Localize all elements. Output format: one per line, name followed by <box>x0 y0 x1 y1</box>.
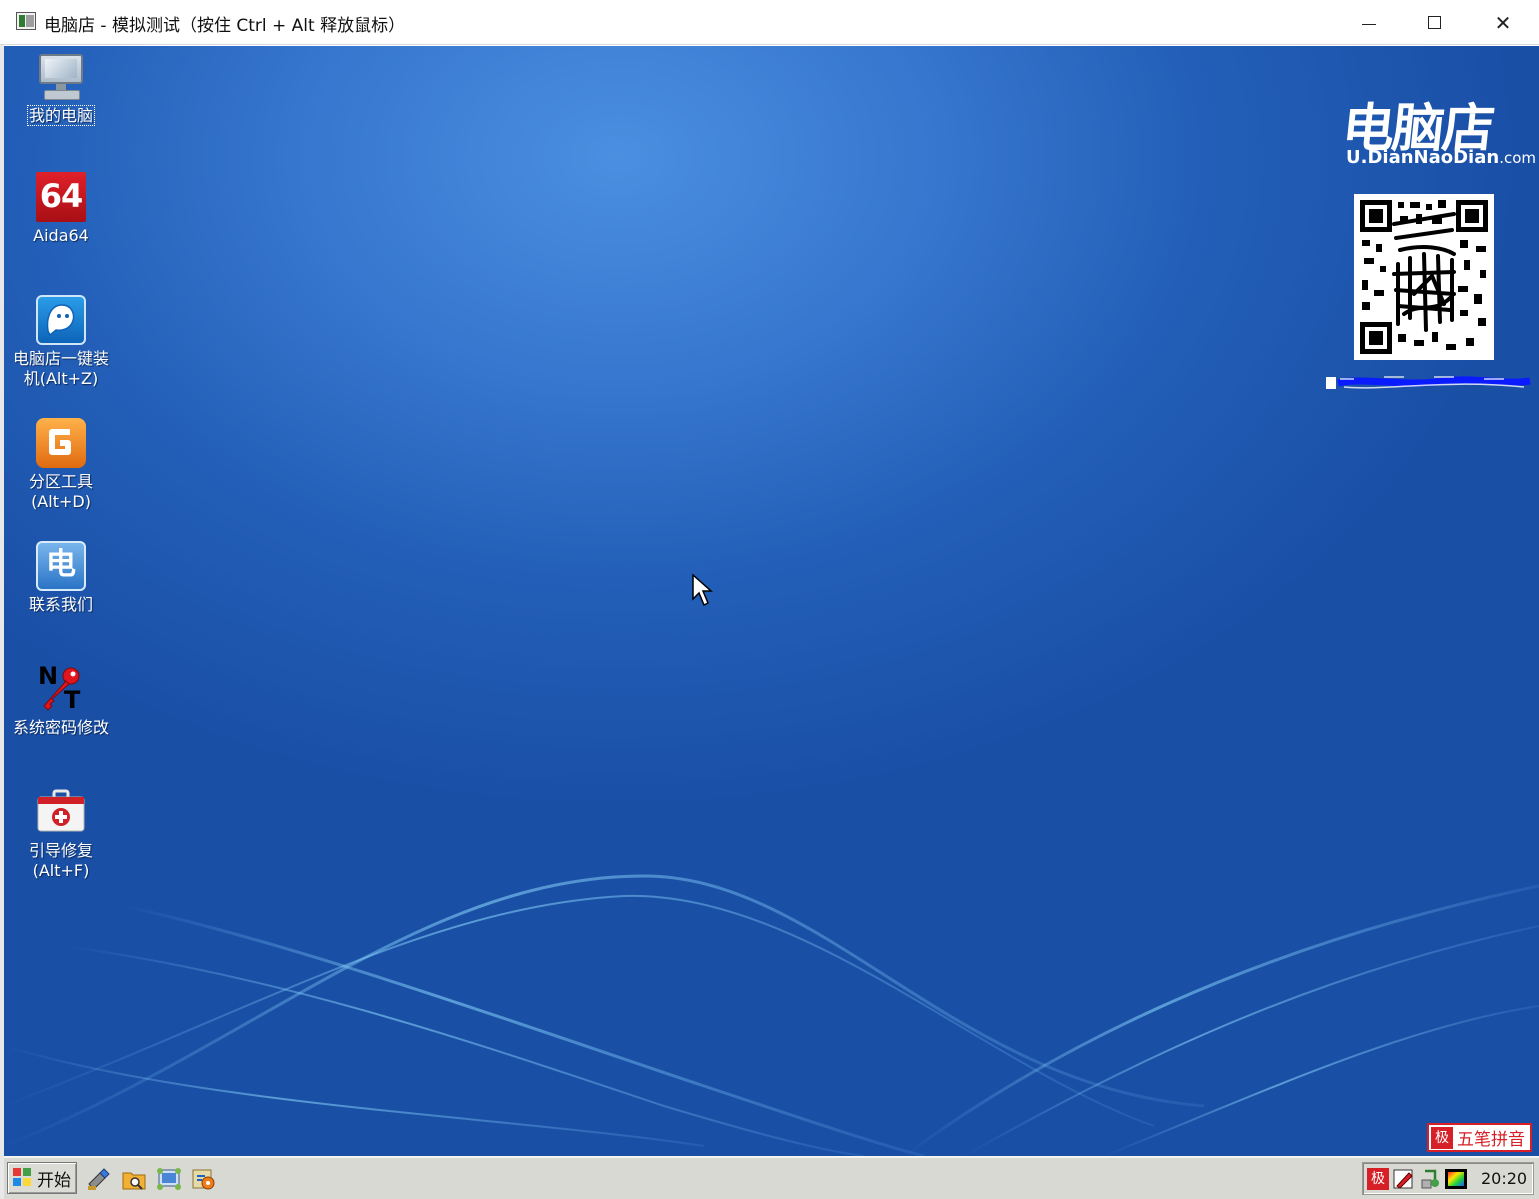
desktop-icon-contact-us[interactable]: 电 联系我们 <box>5 541 117 615</box>
start-label: 开始 <box>37 1170 71 1191</box>
minimize-icon <box>1362 24 1376 25</box>
brand-url-suffix: .com <box>1499 149 1536 167</box>
close-icon: ✕ <box>1494 10 1512 35</box>
desktop-icon-boot-repair[interactable]: 引导修复 (Alt+F) <box>5 787 117 881</box>
ime-label: 五笔拼音 <box>1457 1130 1525 1150</box>
desktop-icon-label-line2: 机(Alt+Z) <box>23 369 99 388</box>
desktop-icon-one-click-install[interactable]: 电脑店一键装 机(Alt+Z) <box>5 295 117 389</box>
quick-launch-settings-icon[interactable] <box>191 1166 217 1192</box>
close-button[interactable]: ✕ <box>1470 0 1536 45</box>
desktop[interactable]: 我的电脑 64 Aida64 电脑店一键装 机(Alt+Z) 分区工具 (Alt… <box>4 46 1539 1156</box>
key-icon <box>43 667 80 711</box>
computer-icon <box>36 52 86 102</box>
aida64-icon: 64 <box>36 172 86 222</box>
qr-caption-scribble <box>1326 376 1531 389</box>
desktop-icon-label: 引导修复 <box>28 841 93 860</box>
boot-repair-icon <box>36 787 86 837</box>
desktop-icon-label: 联系我们 <box>28 595 93 614</box>
desktop-icon-partition-tool[interactable]: 分区工具 (Alt+D) <box>5 418 117 512</box>
minimize-button[interactable] <box>1336 0 1402 45</box>
brand-url: U.DianNaoDian.com <box>1346 147 1536 168</box>
ime-icon: 极 <box>1431 1126 1453 1149</box>
tray-pen-icon[interactable] <box>1393 1168 1415 1190</box>
quick-launch-network-icon[interactable] <box>156 1166 182 1192</box>
contact-us-icon: 电 <box>36 541 86 591</box>
desktop-icon-my-computer[interactable]: 我的电脑 <box>5 52 117 126</box>
quick-launch-tool-icon[interactable] <box>86 1166 112 1192</box>
desktop-icon-aida64[interactable]: 64 Aida64 <box>5 172 117 246</box>
partition-tool-icon <box>36 418 86 468</box>
qr-code <box>1354 194 1494 360</box>
desktop-icon-label: 分区工具 <box>28 472 93 491</box>
desktop-icon-label-line2: (Alt+D) <box>31 492 91 511</box>
ghost-install-icon <box>36 295 86 345</box>
ime-status-bar[interactable]: 极 五笔拼音 <box>1427 1123 1532 1152</box>
app-window-icon <box>16 12 36 30</box>
taskbar: 开始 极 20:20 <box>4 1156 1539 1199</box>
maximize-icon <box>1427 16 1441 29</box>
desktop-icon-label: 电脑店一键装 <box>12 349 109 368</box>
taskbar-clock[interactable]: 20:20 <box>1481 1169 1527 1188</box>
desktop-icon-password-change[interactable]: N T 系统密码修改 <box>5 662 117 738</box>
desktop-icon-label: Aida64 <box>33 226 89 245</box>
nt-password-icon: N T <box>36 662 86 714</box>
window-titlebar[interactable]: 电脑店 - 模拟测试（按住 Ctrl + Alt 释放鼠标） ✕ <box>0 0 1539 45</box>
start-button[interactable]: 开始 <box>7 1162 77 1194</box>
quick-launch-explorer-icon[interactable] <box>121 1166 147 1192</box>
start-logo-icon <box>13 1168 33 1188</box>
tray-network-icon[interactable] <box>1419 1168 1441 1190</box>
brand-url-main: U.DianNaoDian <box>1346 147 1500 168</box>
mouse-cursor-icon <box>692 574 713 607</box>
tray-display-icon[interactable] <box>1445 1168 1467 1190</box>
window-title: 电脑店 - 模拟测试（按住 Ctrl + Alt 释放鼠标） <box>44 16 406 36</box>
desktop-icon-label: 我的电脑 <box>26 105 95 126</box>
desktop-icon-label-line2: (Alt+F) <box>32 861 90 880</box>
maximize-button[interactable] <box>1401 0 1467 45</box>
tray-ime-icon[interactable]: 极 <box>1367 1168 1389 1190</box>
wallpaper-waves <box>4 874 1539 1156</box>
desktop-icon-label: 系统密码修改 <box>12 718 109 737</box>
system-tray: 极 20:20 <box>1362 1162 1534 1195</box>
